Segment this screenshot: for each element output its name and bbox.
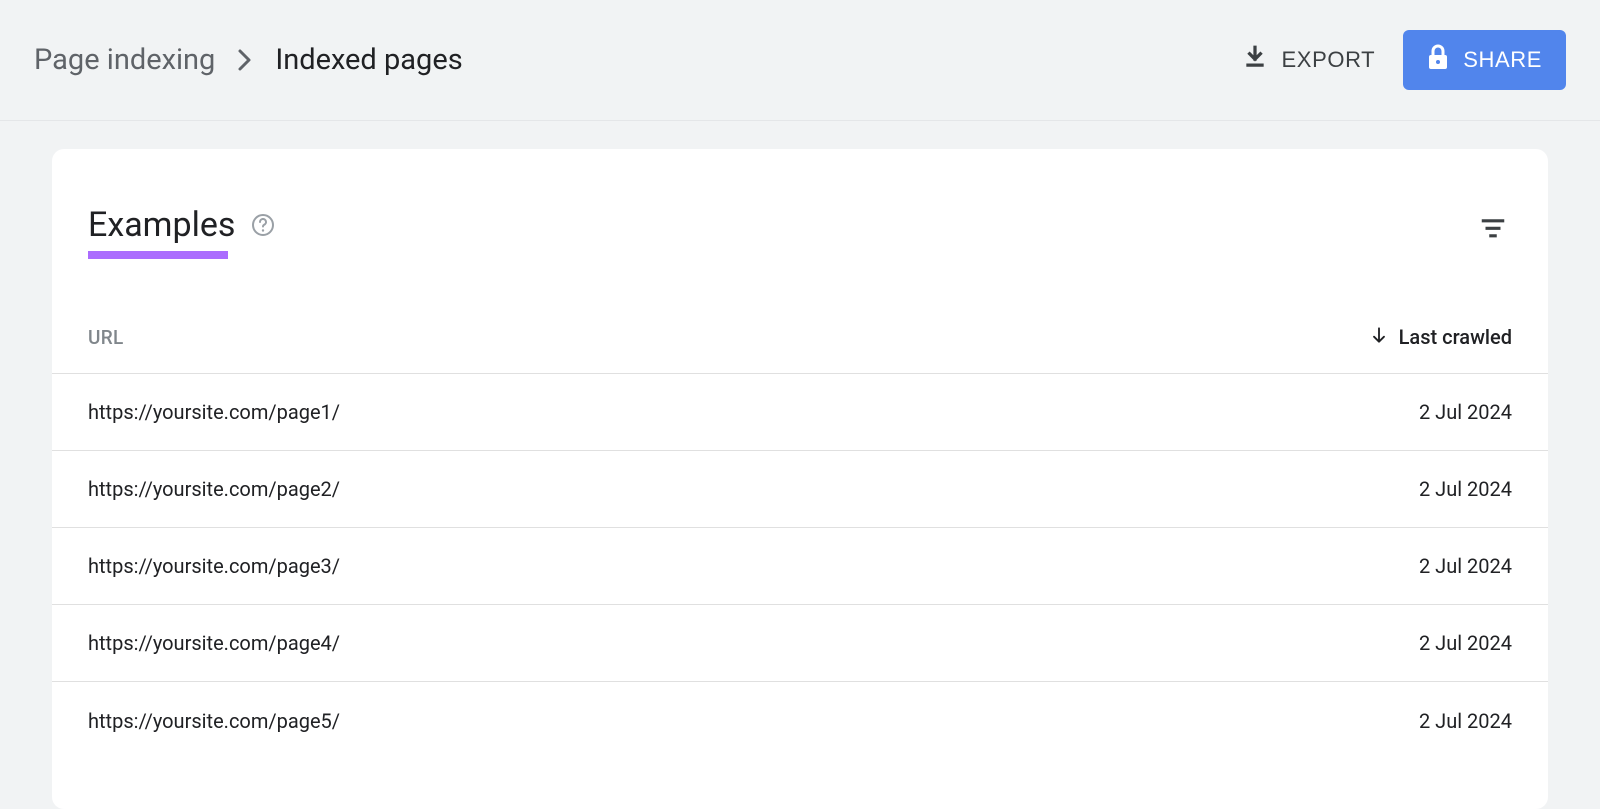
examples-table: URL Last crawled https://yoursite.com/pa…	[52, 325, 1548, 759]
breadcrumb-parent[interactable]: Page indexing	[34, 43, 215, 77]
card-title: Examples	[88, 205, 235, 245]
table-row[interactable]: https://yoursite.com/page2/ 2 Jul 2024	[52, 451, 1548, 528]
row-date: 2 Jul 2024	[1419, 477, 1512, 501]
row-date: 2 Jul 2024	[1419, 709, 1512, 733]
title-underline	[88, 251, 228, 259]
breadcrumb: Page indexing Indexed pages	[34, 43, 463, 77]
chevron-right-icon	[237, 48, 253, 72]
share-button[interactable]: SHARE	[1403, 30, 1566, 90]
lock-icon	[1427, 44, 1449, 76]
column-header-last-crawled-label: Last crawled	[1399, 325, 1512, 349]
card-header: Examples	[52, 149, 1548, 259]
table-row[interactable]: https://yoursite.com/page3/ 2 Jul 2024	[52, 528, 1548, 605]
table-row[interactable]: https://yoursite.com/page1/ 2 Jul 2024	[52, 374, 1548, 451]
row-date: 2 Jul 2024	[1419, 631, 1512, 655]
examples-card: Examples URL Last crawled https:/	[52, 149, 1548, 809]
help-icon[interactable]	[251, 213, 275, 237]
row-url: https://yoursite.com/page3/	[88, 554, 340, 578]
card-title-wrap: Examples	[88, 205, 275, 259]
table-row[interactable]: https://yoursite.com/page5/ 2 Jul 2024	[52, 682, 1548, 759]
page-header: Page indexing Indexed pages EXPORT SHARE	[0, 0, 1600, 121]
row-date: 2 Jul 2024	[1419, 400, 1512, 424]
table-row[interactable]: https://yoursite.com/page4/ 2 Jul 2024	[52, 605, 1548, 682]
breadcrumb-current: Indexed pages	[275, 43, 462, 77]
row-url: https://yoursite.com/page5/	[88, 709, 340, 733]
column-header-last-crawled[interactable]: Last crawled	[1369, 325, 1512, 349]
download-icon	[1242, 44, 1268, 76]
filter-button[interactable]	[1474, 209, 1512, 250]
filter-icon	[1478, 231, 1508, 246]
row-url: https://yoursite.com/page4/	[88, 631, 340, 655]
export-button[interactable]: EXPORT	[1242, 44, 1376, 76]
row-url: https://yoursite.com/page1/	[88, 400, 340, 424]
export-label: EXPORT	[1282, 47, 1376, 73]
row-url: https://yoursite.com/page2/	[88, 477, 340, 501]
table-header-row: URL Last crawled	[52, 325, 1548, 374]
share-label: SHARE	[1463, 47, 1542, 73]
column-header-url[interactable]: URL	[88, 326, 124, 349]
row-date: 2 Jul 2024	[1419, 554, 1512, 578]
header-actions: EXPORT SHARE	[1242, 30, 1566, 90]
sort-descending-icon	[1369, 325, 1389, 349]
